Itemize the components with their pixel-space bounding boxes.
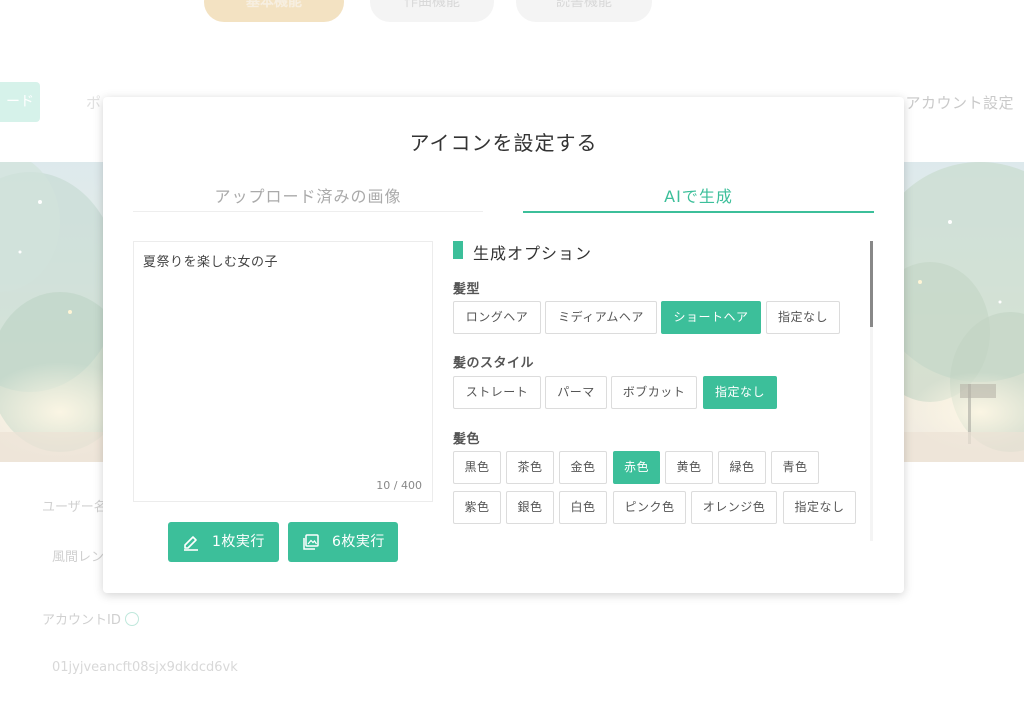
gallery-icon (303, 534, 319, 550)
hair-color-chip-pink[interactable]: ピンク色 (613, 491, 686, 524)
run-six-button[interactable]: 6枚実行 (288, 522, 398, 562)
hair-color-chip-yellow[interactable]: 黄色 (665, 451, 713, 484)
hair-color-chip-orange[interactable]: オレンジ色 (691, 491, 777, 524)
modal-title: アイコンを設定する (409, 131, 598, 155)
hair-type-chip-long[interactable]: ロングヘア (453, 301, 541, 334)
hair-color-chip-white[interactable]: 白色 (559, 491, 607, 524)
tab-ai-generate[interactable]: AIで生成 (523, 183, 874, 213)
hair-color-chip-blue[interactable]: 青色 (771, 451, 819, 484)
account-id-label-text: アカウントID (42, 613, 121, 628)
prompt-char-count: 10 / 400 (376, 479, 422, 492)
hair-color-chip-black[interactable]: 黒色 (453, 451, 501, 484)
generation-options-panel: 生成オプション 髪型 ロングヘア ミディアムヘア ショートヘア 指定なし 髪のス… (453, 241, 873, 541)
hair-color-chip-purple[interactable]: 紫色 (453, 491, 501, 524)
hair-color-chip-green[interactable]: 緑色 (718, 451, 766, 484)
bg-account-id-value: 01jyjveancft08sjx9dkdcd6vk (52, 660, 238, 675)
hair-style-chip-bob[interactable]: ボブカット (611, 376, 697, 409)
options-scrollbar-thumb[interactable] (870, 241, 873, 327)
top-tabs: 基本機能 作曲機能 読書機能 (0, 0, 1024, 22)
bg-user-label: ユーザー名 (42, 500, 107, 515)
run-one-button[interactable]: 1枚実行 (168, 522, 279, 562)
top-tab-reading[interactable]: 読書機能 (516, 0, 652, 22)
pencil-icon (184, 536, 198, 551)
hair-style-chip-straight[interactable]: ストレート (453, 376, 541, 409)
run-one-label: 1枚実行 (212, 534, 265, 550)
bg-account-id-label: アカウントID (42, 609, 139, 628)
nav-item-left[interactable]: ポ (86, 92, 101, 113)
hair-style-chip-none[interactable]: 指定なし (703, 376, 777, 409)
hair-color-chip-brown[interactable]: 茶色 (506, 451, 554, 484)
hair-type-chip-medium[interactable]: ミディアムヘア (545, 301, 657, 334)
hair-type-label: 髪型 (453, 282, 481, 297)
hair-type-chip-short[interactable]: ショートヘア (661, 301, 761, 334)
hair-type-chip-none[interactable]: 指定なし (766, 301, 840, 334)
bg-name-value: 風間レン (52, 550, 105, 565)
tab-uploaded-images[interactable]: アップロード済みの画像 (133, 183, 483, 212)
nav-green-button[interactable]: ード (0, 82, 40, 122)
options-title: 生成オプション (473, 244, 593, 263)
nav-item-account-settings[interactable]: アカウント設定 (905, 92, 1014, 113)
top-tab-basic[interactable]: 基本機能 (204, 0, 344, 22)
hair-style-label: 髪のスタイル (453, 356, 535, 371)
run-six-label: 6枚実行 (332, 534, 385, 550)
icon-settings-modal: アイコンを設定する アップロード済みの画像 AIで生成 夏祭りを楽しむ女の子 1… (103, 97, 904, 593)
hair-style-chip-perm[interactable]: パーマ (545, 376, 607, 409)
top-tab-compose[interactable]: 作曲機能 (370, 0, 494, 22)
prompt-text: 夏祭りを楽しむ女の子 (143, 255, 279, 270)
hair-color-chip-silver[interactable]: 銀色 (506, 491, 554, 524)
hair-color-chip-gold[interactable]: 金色 (559, 451, 607, 484)
heading-accent-bar (453, 241, 463, 259)
prompt-textarea[interactable]: 夏祭りを楽しむ女の子 10 / 400 (133, 241, 433, 502)
check-circle-icon (124, 612, 139, 626)
hair-color-chip-red[interactable]: 赤色 (613, 451, 660, 484)
hair-color-label: 髪色 (453, 432, 481, 447)
hair-color-chip-none[interactable]: 指定なし (783, 491, 856, 524)
